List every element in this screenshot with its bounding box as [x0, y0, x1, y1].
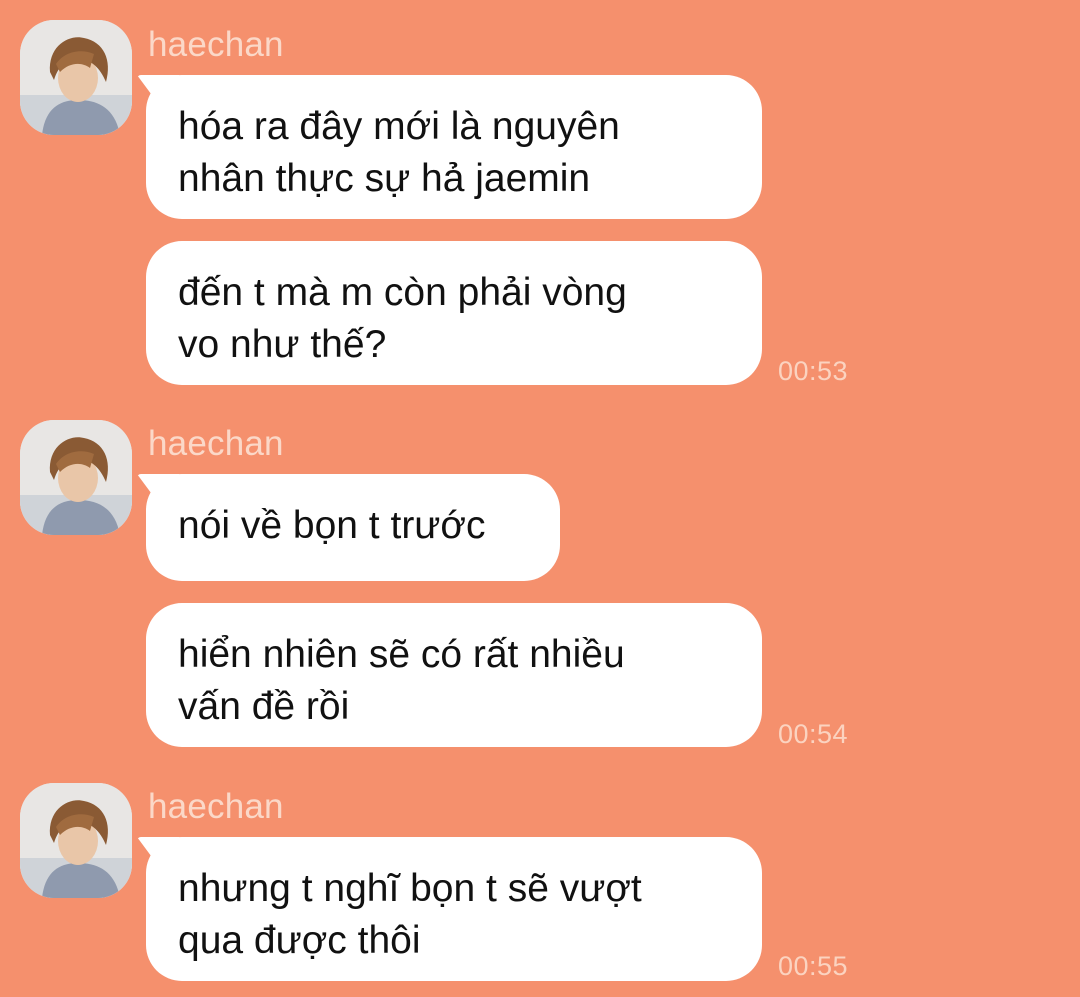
- chat-view: haechan hóa ra đây mới là nguyên nhân th…: [0, 0, 1080, 997]
- avatar-photo-icon: [20, 420, 132, 535]
- avatar-photo-icon: [20, 783, 132, 898]
- avatar[interactable]: [20, 20, 132, 135]
- avatar-photo-icon: [20, 20, 132, 135]
- message-bubble[interactable]: hiển nhiên sẽ có rất nhiều vấn đề rồi: [146, 603, 762, 747]
- message-timestamp: 00:55: [778, 951, 849, 981]
- avatar[interactable]: [20, 783, 132, 898]
- message-timestamp: 00:54: [778, 719, 849, 749]
- message-bubble[interactable]: hóa ra đây mới là nguyên nhân thực sự hả…: [146, 75, 762, 219]
- sender-name: haechan: [148, 424, 284, 463]
- message-bubble[interactable]: nói về bọn t trước: [146, 474, 560, 581]
- sender-name: haechan: [148, 787, 284, 826]
- message-bubble[interactable]: nhưng t nghĩ bọn t sẽ vượt qua được thôi: [146, 837, 762, 981]
- avatar[interactable]: [20, 420, 132, 535]
- sender-name: haechan: [148, 25, 284, 64]
- message-timestamp: 00:53: [778, 356, 849, 386]
- message-bubble[interactable]: đến t mà m còn phải vòng vo như thế?: [146, 241, 762, 385]
